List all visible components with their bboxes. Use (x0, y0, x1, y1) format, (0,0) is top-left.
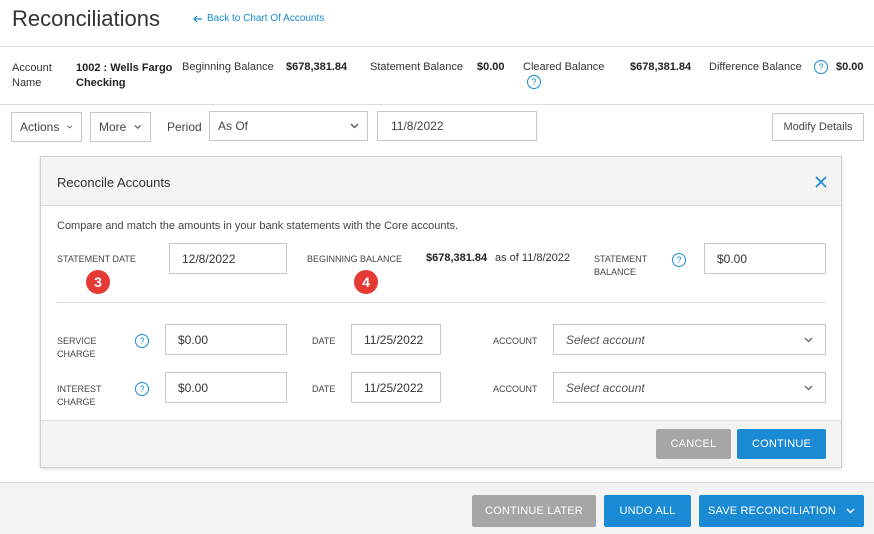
actions-label: Actions (20, 120, 60, 134)
cleared-balance-value: $678,381.84 (630, 61, 692, 73)
account-value-line1: 1002 : Wells Fargo (76, 62, 173, 74)
chevron-down-icon (804, 337, 813, 342)
dialog-intro: Compare and match the amounts in your ba… (57, 220, 459, 232)
dialog-footer: CANCEL CONTINUE (41, 420, 841, 467)
actions-dropdown[interactable]: Actions (11, 112, 82, 142)
difference-balance-value: $0.00 (836, 61, 864, 73)
statement-balance-label-line2: BALANCE (594, 267, 637, 277)
service-account-label: ACCOUNT (493, 336, 538, 346)
service-label-line2: CHARGE (57, 349, 96, 359)
cancel-button[interactable]: CANCEL (656, 429, 731, 459)
interest-charge-label: INTEREST CHARGE (57, 383, 102, 409)
period-label: Period (167, 120, 202, 134)
service-label-line1: SERVICE (57, 336, 97, 346)
bottom-action-bar: CONTINUE LATER UNDO ALL SAVE RECONCILIAT… (0, 482, 874, 534)
arrow-left-icon (193, 15, 202, 22)
page-title: Reconciliations (12, 6, 160, 31)
help-icon[interactable]: ? (135, 382, 149, 396)
account-name-value: 1002 : Wells Fargo Checking (76, 61, 172, 91)
interest-account-placeholder: Select account (566, 380, 645, 395)
period-date-input[interactable]: 11/8/2022 (377, 111, 537, 141)
dialog-header: Reconcile Accounts (41, 157, 841, 206)
statement-balance-label: Statement Balance (370, 61, 463, 73)
back-to-chart-link[interactable]: Back to Chart Of Accounts (193, 13, 324, 24)
interest-date-label: DATE (312, 384, 336, 394)
divider (0, 104, 874, 105)
help-icon[interactable]: ? (527, 75, 541, 89)
divider (57, 302, 826, 303)
interest-label-line1: INTEREST (57, 384, 102, 394)
interest-account-select[interactable]: Select account (553, 372, 826, 403)
back-link-label: Back to Chart Of Accounts (207, 13, 325, 24)
help-icon[interactable]: ? (814, 60, 828, 74)
service-account-select[interactable]: Select account (553, 324, 826, 355)
period-select[interactable]: As Of (209, 111, 368, 141)
statement-balance-label: STATEMENT BALANCE (594, 253, 647, 279)
divider (0, 46, 874, 47)
chevron-down-icon (134, 124, 142, 130)
statement-balance-label-line1: STATEMENT (594, 254, 648, 264)
save-reconciliation-label: SAVE RECONCILIATION (707, 505, 837, 517)
statement-date-input[interactable]: 12/8/2022 (169, 243, 287, 274)
beginning-balance-amount: $678,381.84 (426, 252, 488, 264)
service-charge-input[interactable]: $0.00 (165, 324, 287, 355)
chevron-down-icon (804, 385, 813, 390)
difference-balance-label: Difference Balance (709, 61, 802, 73)
step-badge-4: 4 (354, 270, 378, 294)
chevron-down-icon (67, 125, 73, 129)
chevron-down-icon (846, 508, 855, 514)
interest-account-label: ACCOUNT (493, 384, 538, 394)
period-value: As Of (218, 119, 249, 133)
chevron-down-icon (350, 123, 359, 129)
account-value-line2: Checking (76, 77, 126, 89)
service-account-placeholder: Select account (566, 332, 645, 347)
save-reconciliation-button[interactable]: SAVE RECONCILIATION (699, 495, 864, 527)
account-label-line1: Account (12, 62, 52, 74)
interest-charge-input[interactable]: $0.00 (165, 372, 287, 403)
beginning-balance-label: BEGINNING BALANCE (307, 254, 403, 264)
service-charge-label: SERVICE CHARGE (57, 335, 96, 361)
statement-balance-value: $0.00 (477, 61, 505, 73)
help-icon[interactable]: ? (135, 334, 149, 348)
account-name-label: Account Name (12, 61, 52, 91)
statement-balance-input[interactable]: $0.00 (704, 243, 826, 274)
reconcile-dialog: Reconcile Accounts Compare and match the… (40, 156, 842, 468)
beginning-balance-asof: as of 11/8/2022 (495, 252, 571, 264)
service-date-label: DATE (312, 336, 336, 346)
modify-details-button[interactable]: Modify Details (772, 113, 864, 141)
more-label: More (99, 120, 127, 134)
close-icon[interactable] (815, 176, 827, 188)
service-date-input[interactable]: 11/25/2022 (351, 324, 441, 355)
cleared-balance-label: Cleared Balance (523, 61, 605, 73)
interest-date-input[interactable]: 11/25/2022 (351, 372, 441, 403)
beginning-balance-label: Beginning Balance (182, 61, 274, 73)
help-icon[interactable]: ? (672, 253, 686, 267)
statement-date-label: STATEMENT DATE (57, 254, 136, 264)
account-label-line2: Name (12, 77, 42, 89)
step-badge-3: 3 (86, 270, 110, 294)
continue-later-button[interactable]: CONTINUE LATER (472, 495, 596, 527)
more-dropdown[interactable]: More (90, 112, 151, 142)
continue-button[interactable]: CONTINUE (737, 429, 826, 459)
dialog-title: Reconcile Accounts (57, 175, 171, 190)
beginning-balance-value: $678,381.84 (286, 61, 348, 73)
interest-label-line2: CHARGE (57, 397, 96, 407)
undo-all-button[interactable]: UNDO ALL (604, 495, 691, 527)
